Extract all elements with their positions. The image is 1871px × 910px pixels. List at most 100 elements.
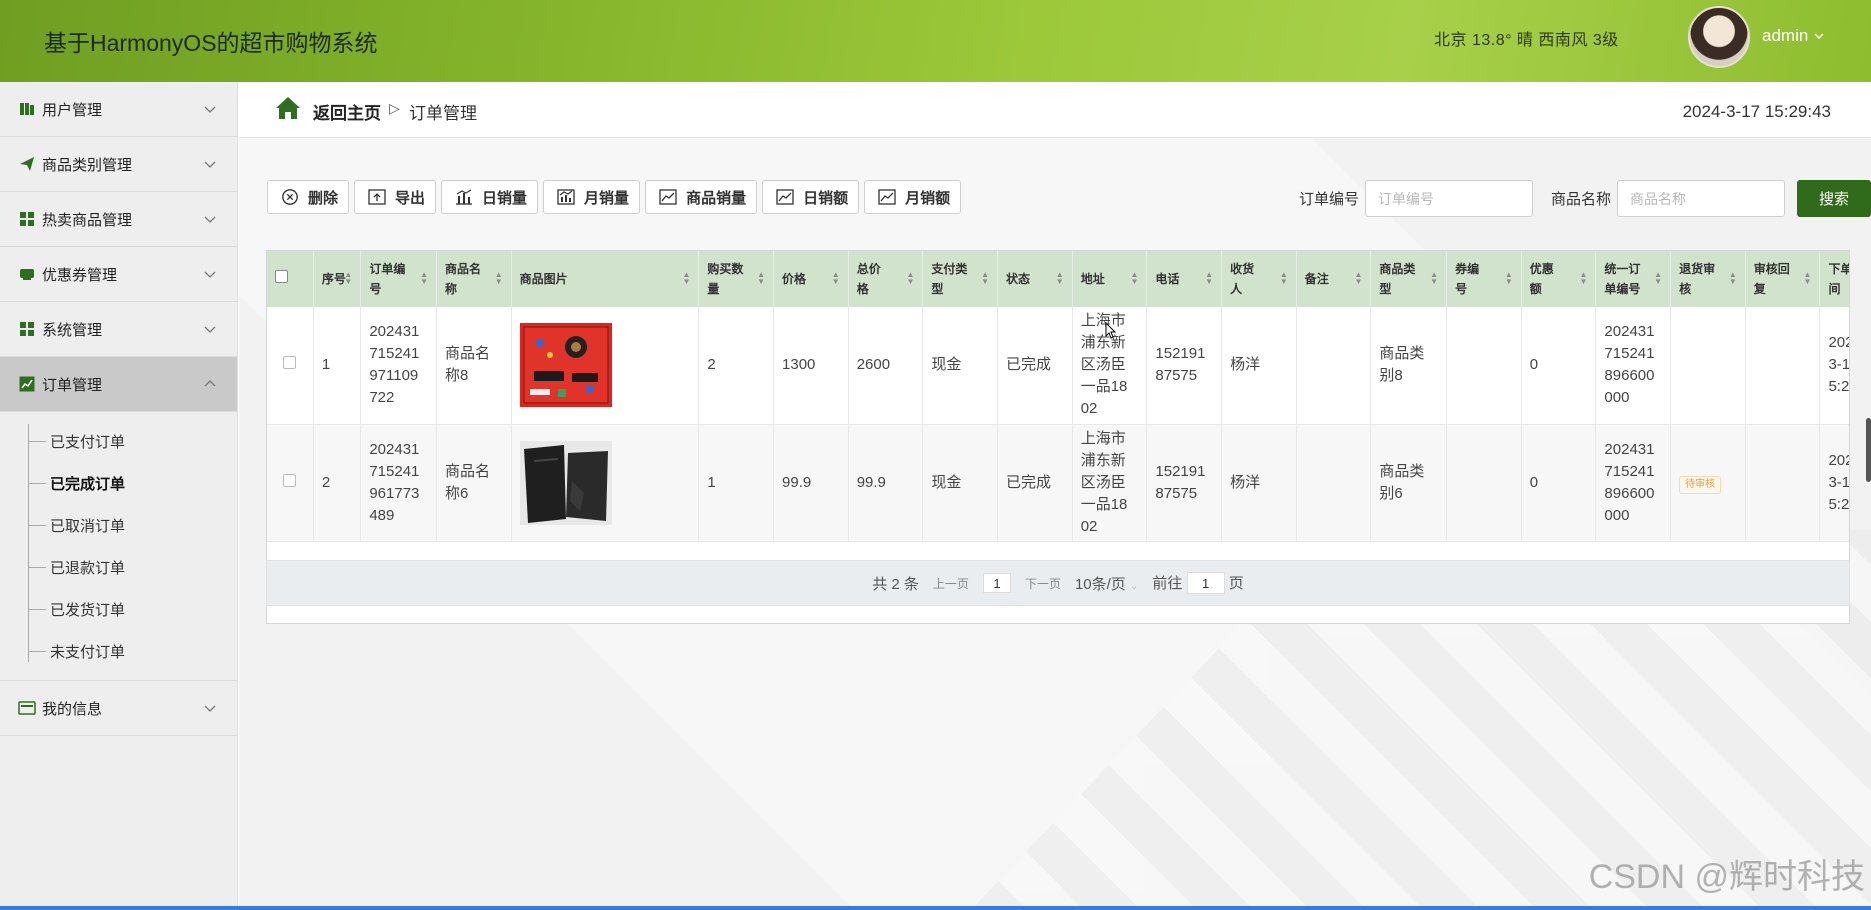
submenu-item-cancelled[interactable]: 已取消订单 bbox=[0, 504, 237, 546]
column-header[interactable]: 优惠额 ▲ ▼ bbox=[1521, 251, 1597, 307]
submenu-item-unpaid[interactable]: 未支付订单 bbox=[0, 630, 237, 672]
product-name-input[interactable] bbox=[1617, 180, 1785, 217]
back-home-link[interactable]: 返回主页 bbox=[313, 99, 381, 124]
sidebar-item-label: 商品类别管理 bbox=[42, 156, 133, 174]
order-no-input[interactable] bbox=[1365, 180, 1533, 217]
cell-image bbox=[511, 307, 700, 425]
sidebar-item-hot-products[interactable]: 热卖商品管理 bbox=[0, 192, 237, 247]
column-header[interactable]: 状态 ▲ ▼ bbox=[997, 251, 1073, 307]
sort-icon[interactable]: ▲ ▼ bbox=[1729, 271, 1737, 286]
sidebar-item-orders[interactable]: 订单管理 bbox=[0, 357, 237, 412]
product-sales-button[interactable]: 商品销量 bbox=[645, 180, 758, 214]
row-checkbox[interactable] bbox=[283, 356, 297, 370]
cell-text: 2 bbox=[321, 473, 331, 491]
submenu-item-refunded[interactable]: 已退款订单 bbox=[0, 546, 237, 588]
column-header[interactable]: 订单编号 ▲ ▼ bbox=[360, 251, 437, 307]
select-all-checkbox[interactable] bbox=[275, 270, 288, 283]
sort-icon[interactable]: ▲ ▼ bbox=[981, 271, 989, 286]
sort-icon[interactable]: ▲ ▼ bbox=[1505, 271, 1513, 286]
sidebar-item-coupons[interactable]: 优惠券管理 bbox=[0, 247, 237, 302]
daily-sales-amount-button[interactable]: 日销额 bbox=[762, 180, 860, 214]
sort-icon[interactable]: ▲ ▼ bbox=[906, 271, 914, 286]
column-header-label: 号 bbox=[1455, 282, 1468, 296]
column-header[interactable]: 支付类型 ▲ ▼ bbox=[922, 251, 999, 307]
monthly-sales-qty-button[interactable]: 月销量 bbox=[543, 180, 641, 214]
table-row[interactable]: 2 202431 715241 961773 489 商品名 称6 1 99.9 99.9 现金 已完… bbox=[267, 424, 1849, 542]
total-count: 共 2 条 bbox=[872, 575, 919, 593]
cell-price: 99.9 bbox=[773, 424, 849, 542]
close-circle-icon bbox=[282, 189, 298, 205]
submenu-item-shipped[interactable]: 已发货订单 bbox=[0, 588, 237, 630]
column-header[interactable]: 券编号 ▲ ▼ bbox=[1446, 251, 1522, 307]
sidebar-item-system[interactable]: 系统管理 bbox=[0, 302, 237, 357]
user-menu[interactable]: admin bbox=[1762, 26, 1824, 46]
column-header-label: 型 bbox=[1379, 282, 1392, 296]
cell-text-line: 971109 bbox=[369, 367, 419, 385]
column-header[interactable]: 退货审核 ▲ ▼ bbox=[1670, 251, 1746, 307]
goto-page-input[interactable]: 1 bbox=[1186, 572, 1225, 595]
column-header[interactable]: 电话 ▲ ▼ bbox=[1146, 251, 1223, 307]
sort-icon[interactable]: ▲ ▼ bbox=[1804, 271, 1812, 286]
column-header[interactable]: 下单时间▲▼ bbox=[1819, 251, 1849, 307]
cell-text-line: 浦东新 bbox=[1080, 334, 1126, 352]
sort-icon[interactable]: ▲ ▼ bbox=[1654, 271, 1662, 286]
page-number[interactable]: 1 bbox=[982, 573, 1011, 593]
submenu-item-completed[interactable]: 已完成订单 bbox=[0, 462, 237, 504]
grid-icon bbox=[18, 210, 36, 228]
product-image[interactable] bbox=[519, 440, 612, 525]
column-header[interactable]: 备注 ▲ ▼ bbox=[1296, 251, 1372, 307]
column-header[interactable]: 地址 ▲ ▼ bbox=[1072, 251, 1148, 307]
sort-icon[interactable]: ▲ ▼ bbox=[1056, 271, 1064, 286]
sort-icon[interactable]: ▲ ▼ bbox=[1205, 271, 1213, 286]
cell-text: 杨洋 bbox=[1230, 356, 1261, 374]
cell-receiver: 杨洋 bbox=[1221, 307, 1297, 425]
export-button[interactable]: 导出 bbox=[354, 180, 437, 214]
sidebar-item-users[interactable]: 用户管理 bbox=[0, 82, 237, 137]
product-image[interactable] bbox=[519, 323, 612, 408]
bar-chart-icon bbox=[456, 189, 473, 205]
next-page-button[interactable]: 下一页 bbox=[1025, 575, 1061, 592]
sort-icon[interactable]: ▲ ▼ bbox=[1354, 271, 1362, 286]
column-header-label: 支付类 bbox=[931, 262, 968, 276]
prev-page-button[interactable]: 上一页 bbox=[933, 575, 969, 592]
page-size-select[interactable]: 10条/页 ⌄ bbox=[1075, 573, 1138, 594]
column-header[interactable]: 购买数量 ▲ ▼ bbox=[698, 251, 775, 307]
cell-coupon-no bbox=[1446, 307, 1522, 425]
home-icon[interactable] bbox=[275, 96, 301, 120]
daily-sales-qty-button[interactable]: 日销量 bbox=[441, 180, 539, 214]
cell-text-line: 000 bbox=[1604, 389, 1630, 407]
column-header-label: 商品名 bbox=[445, 262, 482, 276]
sort-icon[interactable]: ▲ ▼ bbox=[344, 271, 352, 286]
column-header[interactable]: 审核回复 ▲ ▼ bbox=[1745, 251, 1821, 307]
column-header[interactable]: 序号 ▲ ▼ bbox=[313, 251, 362, 307]
column-header[interactable]: 价格 ▲ ▼ bbox=[773, 251, 849, 307]
column-header[interactable]: 商品类型 ▲ ▼ bbox=[1370, 251, 1448, 307]
delete-button[interactable]: 删除 bbox=[267, 180, 350, 214]
column-header[interactable]: 统一订 单编号 ▲ ▼ bbox=[1595, 251, 1672, 307]
sort-icon[interactable]: ▲ ▼ bbox=[1430, 271, 1438, 286]
sort-icon[interactable]: ▲ ▼ bbox=[682, 271, 690, 286]
monthly-sales-amount-button[interactable]: 月销额 bbox=[864, 180, 962, 214]
sidebar-item-category[interactable]: 商品类别管理 bbox=[0, 137, 237, 192]
sidebar-item-my-info[interactable]: 我的信息 bbox=[0, 681, 237, 736]
column-header[interactable]: 商品名称 ▲ ▼ bbox=[436, 251, 512, 307]
sort-icon[interactable]: ▲ ▼ bbox=[832, 271, 840, 286]
sort-icon[interactable]: ▲ ▼ bbox=[1280, 271, 1288, 286]
cell-text-line: 区汤臣 bbox=[1080, 473, 1126, 491]
column-header[interactable]: 收货人 ▲ ▼ bbox=[1221, 251, 1297, 307]
cell-status: 已完成 bbox=[997, 307, 1073, 425]
submenu-item-paid[interactable]: 已支付订单 bbox=[0, 420, 237, 462]
sort-icon[interactable]: ▲ ▼ bbox=[1580, 271, 1588, 286]
sort-icon[interactable]: ▲ ▼ bbox=[1130, 271, 1138, 286]
sort-icon[interactable]: ▲ ▼ bbox=[757, 271, 765, 286]
scrollbar[interactable] bbox=[1866, 418, 1871, 482]
row-checkbox[interactable] bbox=[283, 473, 297, 487]
sort-icon[interactable]: ▲ ▼ bbox=[495, 271, 503, 286]
column-header[interactable]: 商品图片 ▲ ▼ bbox=[511, 251, 700, 307]
avatar[interactable] bbox=[1688, 6, 1750, 68]
search-button[interactable]: 搜索 bbox=[1797, 180, 1871, 217]
order-submenu: 已支付订单 已完成订单 已取消订单 已退款订单 已发货订单 未支付订单 bbox=[0, 412, 237, 681]
column-header[interactable]: 总价格 ▲ ▼ bbox=[848, 251, 924, 307]
sort-icon[interactable]: ▲ ▼ bbox=[420, 271, 428, 286]
table-row[interactable]: 1 202431 715241 971109 722 商品名 称8 2 1300 2600 现金 已完… bbox=[267, 307, 1849, 425]
